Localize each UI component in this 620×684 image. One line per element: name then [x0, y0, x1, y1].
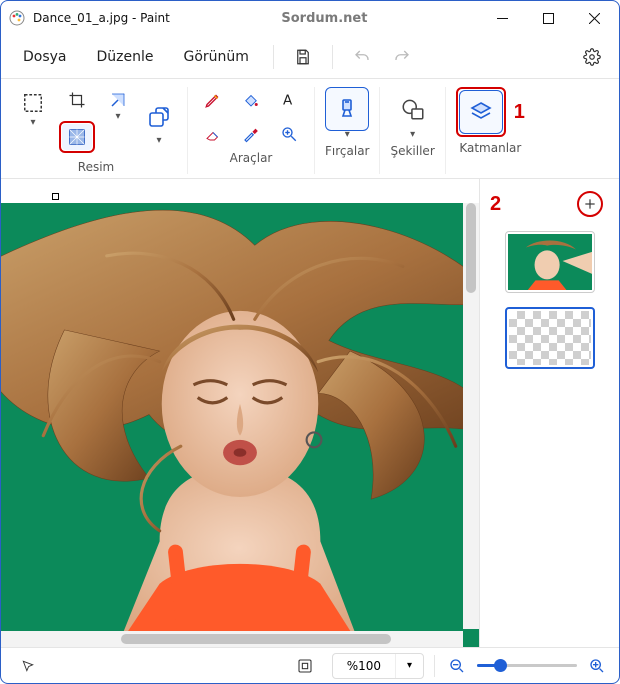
separator: [434, 655, 435, 677]
ribbon: ▾ ▾ ▾: [1, 79, 619, 179]
paint-app-icon: [9, 10, 25, 26]
separator: [332, 45, 333, 69]
pencil-tool[interactable]: [198, 87, 228, 113]
brushes-dropdown[interactable]: ▾: [325, 87, 369, 140]
menu-file[interactable]: Dosya: [11, 43, 79, 71]
image-group-label: Resim: [78, 160, 114, 174]
layers-panel: 2: [479, 179, 619, 647]
tools-group-label: Araçlar: [230, 151, 273, 165]
zoom-slider[interactable]: [477, 664, 577, 667]
settings-button[interactable]: [575, 40, 609, 74]
chevron-down-icon: ▾: [410, 129, 415, 140]
brushes-group-label: Fırçalar: [325, 144, 369, 158]
status-bar: %100 ▾: [1, 647, 619, 683]
layers-button[interactable]: [459, 90, 503, 134]
layer-thumbnail-2-selected[interactable]: [505, 307, 595, 369]
resize-tool[interactable]: ▾: [141, 97, 177, 146]
zoom-in-button[interactable]: [585, 649, 609, 683]
layer-thumbnail-1[interactable]: [505, 231, 595, 293]
window-title: Dance_01_a.jpg - Paint: [33, 11, 170, 25]
scrollbar-thumb[interactable]: [466, 203, 476, 293]
chevron-down-icon: ▾: [395, 654, 423, 678]
shapes-group-label: Şekiller: [390, 144, 434, 158]
tools-group: A Araçlar: [188, 87, 315, 174]
rotate-tool[interactable]: ▾: [103, 87, 133, 122]
zoom-value: %100: [333, 659, 395, 673]
menu-bar: Dosya Düzenle Görünüm: [1, 35, 619, 79]
canvas-image: [1, 203, 479, 647]
menu-edit[interactable]: Düzenle: [85, 43, 166, 71]
annotation-2: 2: [490, 193, 501, 216]
shapes-dropdown[interactable]: ▾: [391, 87, 435, 140]
crop-tool[interactable]: [62, 87, 92, 113]
canvas-area[interactable]: [1, 179, 479, 647]
zoom-slider-group: [445, 649, 609, 683]
text-tool[interactable]: A: [274, 87, 304, 113]
horizontal-scrollbar[interactable]: [1, 631, 463, 647]
image-group: ▾ ▾ ▾: [5, 87, 188, 174]
brushes-group: ▾ Fırçalar: [315, 87, 380, 174]
minimize-button[interactable]: [479, 2, 525, 34]
slider-handle[interactable]: [494, 659, 507, 672]
zoom-select[interactable]: %100 ▾: [332, 653, 424, 679]
title-bar: Dance_01_a.jpg - Paint Sordum.net: [1, 1, 619, 35]
shapes-group: ▾ Şekiller: [380, 87, 445, 174]
remove-background-tool[interactable]: [62, 124, 92, 150]
magnifier-tool[interactable]: [274, 121, 304, 147]
save-button[interactable]: [286, 40, 320, 74]
transparent-layer-icon: [509, 311, 591, 365]
zoom-out-button[interactable]: [445, 649, 469, 683]
chevron-down-icon: ▾: [345, 129, 350, 140]
vertical-scrollbar[interactable]: [463, 203, 479, 629]
watermark: Sordum.net: [170, 11, 479, 26]
menu-view[interactable]: Görünüm: [172, 43, 261, 71]
layers-group: 1 Katmanlar: [446, 87, 535, 174]
workspace: 2: [1, 179, 619, 647]
close-button[interactable]: [571, 2, 617, 34]
cursor-position-icon: [11, 649, 45, 683]
undo-button[interactable]: [345, 40, 379, 74]
scrollbar-thumb[interactable]: [121, 634, 391, 644]
svg-text:A: A: [283, 93, 293, 109]
select-tool[interactable]: ▾: [15, 87, 51, 128]
resize-handle[interactable]: [52, 193, 59, 200]
layers-group-label: Katmanlar: [459, 141, 521, 155]
eraser-tool[interactable]: [198, 121, 228, 147]
color-picker-tool[interactable]: [236, 121, 266, 147]
fill-tool[interactable]: [236, 87, 266, 113]
add-layer-button[interactable]: [577, 191, 603, 217]
annotation-1: 1: [514, 101, 525, 124]
redo-button[interactable]: [385, 40, 419, 74]
separator: [273, 45, 274, 69]
maximize-button[interactable]: [525, 2, 571, 34]
fit-to-window-button[interactable]: [288, 649, 322, 683]
